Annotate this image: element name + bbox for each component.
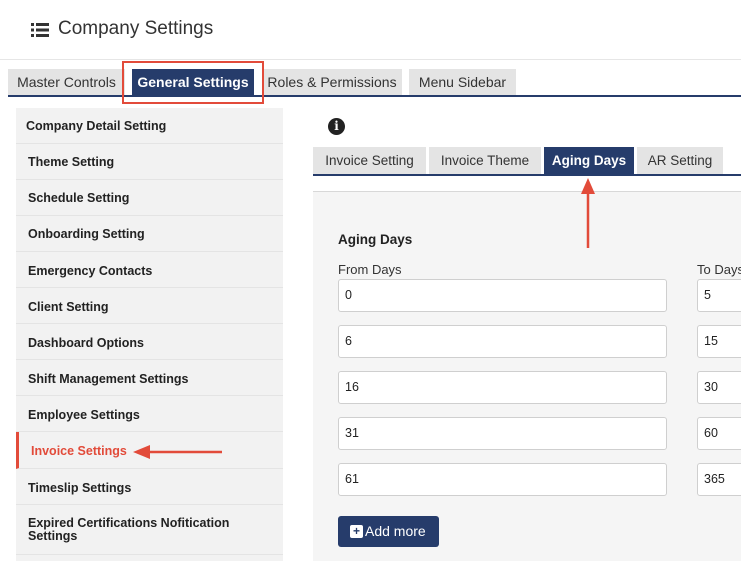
sidebar-item-employee[interactable]: Employee Settings (16, 396, 283, 432)
sidebar-item-label: Emergency Contacts (28, 264, 153, 278)
sidebar-item-timeslip[interactable]: Timeslip Settings (16, 469, 283, 505)
sidebar-item-label: Employee Settings (28, 408, 140, 422)
tab-invoice-theme[interactable]: Invoice Theme (429, 147, 541, 174)
sidebar-item-onboarding[interactable]: Onboarding Setting (16, 216, 283, 252)
to-days-input[interactable]: 15 (697, 325, 741, 358)
plus-icon: + (350, 525, 363, 538)
sidebar-item-label: Company Detail Setting (26, 119, 167, 133)
add-more-label: Add more (365, 523, 426, 539)
sidebar-item-client[interactable]: Client Setting (16, 288, 283, 324)
page-header: Company Settings (0, 0, 741, 60)
sidebar-item-label: Schedule Setting (28, 191, 130, 205)
page-title: Company Settings (58, 18, 214, 39)
to-days-input[interactable]: 60 (697, 417, 741, 450)
sidebar-item-schedule[interactable]: Schedule Setting (16, 180, 283, 216)
tab-roles-permissions[interactable]: Roles & Permissions (262, 69, 402, 95)
sidebar-item-emergency-contacts[interactable]: Emergency Contacts (16, 252, 283, 288)
to-days-input[interactable]: 365 (697, 463, 741, 496)
sidebar-item-label: Onboarding Setting (28, 227, 145, 241)
from-days-label: From Days (338, 262, 402, 277)
sidebar-item-label: Dashboard Options (28, 336, 144, 350)
add-more-button[interactable]: + Add more (338, 516, 439, 547)
tab-menu-sidebar[interactable]: Menu Sidebar (409, 69, 516, 95)
sidebar-item-label: Invoice Settings (31, 444, 127, 458)
sub-tabs-underline (313, 174, 741, 176)
sidebar-item-label: Shift Management Settings (28, 372, 189, 386)
from-days-input[interactable]: 31 (338, 417, 667, 450)
sidebar-item-expired-certifications[interactable]: Expired Certifications Nofitication Sett… (16, 505, 283, 555)
to-days-label: To Days (697, 262, 741, 277)
info-icon[interactable]: i (328, 118, 345, 135)
aging-days-title: Aging Days (338, 232, 413, 247)
sidebar-item-label: Client Setting (28, 300, 109, 314)
from-days-input[interactable]: 0 (338, 279, 667, 312)
to-days-input[interactable]: 30 (697, 371, 741, 404)
highlight-box (122, 61, 264, 104)
to-days-input[interactable]: 5 (697, 279, 741, 312)
sidebar-item-invoice[interactable]: Invoice Settings (16, 432, 283, 469)
tab-master-controls[interactable]: Master Controls (8, 69, 125, 95)
sidebar-item-dashboard-options[interactable]: Dashboard Options (16, 324, 283, 360)
main-tabs-underline (8, 95, 741, 97)
tab-aging-days[interactable]: Aging Days (544, 147, 634, 174)
from-days-input[interactable]: 16 (338, 371, 667, 404)
list-icon (31, 23, 49, 37)
sidebar-item-company-detail[interactable]: Company Detail Setting (16, 108, 283, 144)
from-days-input[interactable]: 6 (338, 325, 667, 358)
tab-ar-setting[interactable]: AR Setting (637, 147, 723, 174)
sidebar-item-shift-management[interactable]: Shift Management Settings (16, 360, 283, 396)
from-days-input[interactable]: 61 (338, 463, 667, 496)
sidebar-item-label: Timeslip Settings (28, 481, 132, 495)
sidebar-item-theme[interactable]: Theme Setting (16, 144, 283, 180)
tab-invoice-setting[interactable]: Invoice Setting (313, 147, 426, 174)
sidebar-item-label: Theme Setting (28, 155, 115, 169)
sidebar-item-label: Expired Certifications Nofitication Sett… (28, 516, 230, 543)
